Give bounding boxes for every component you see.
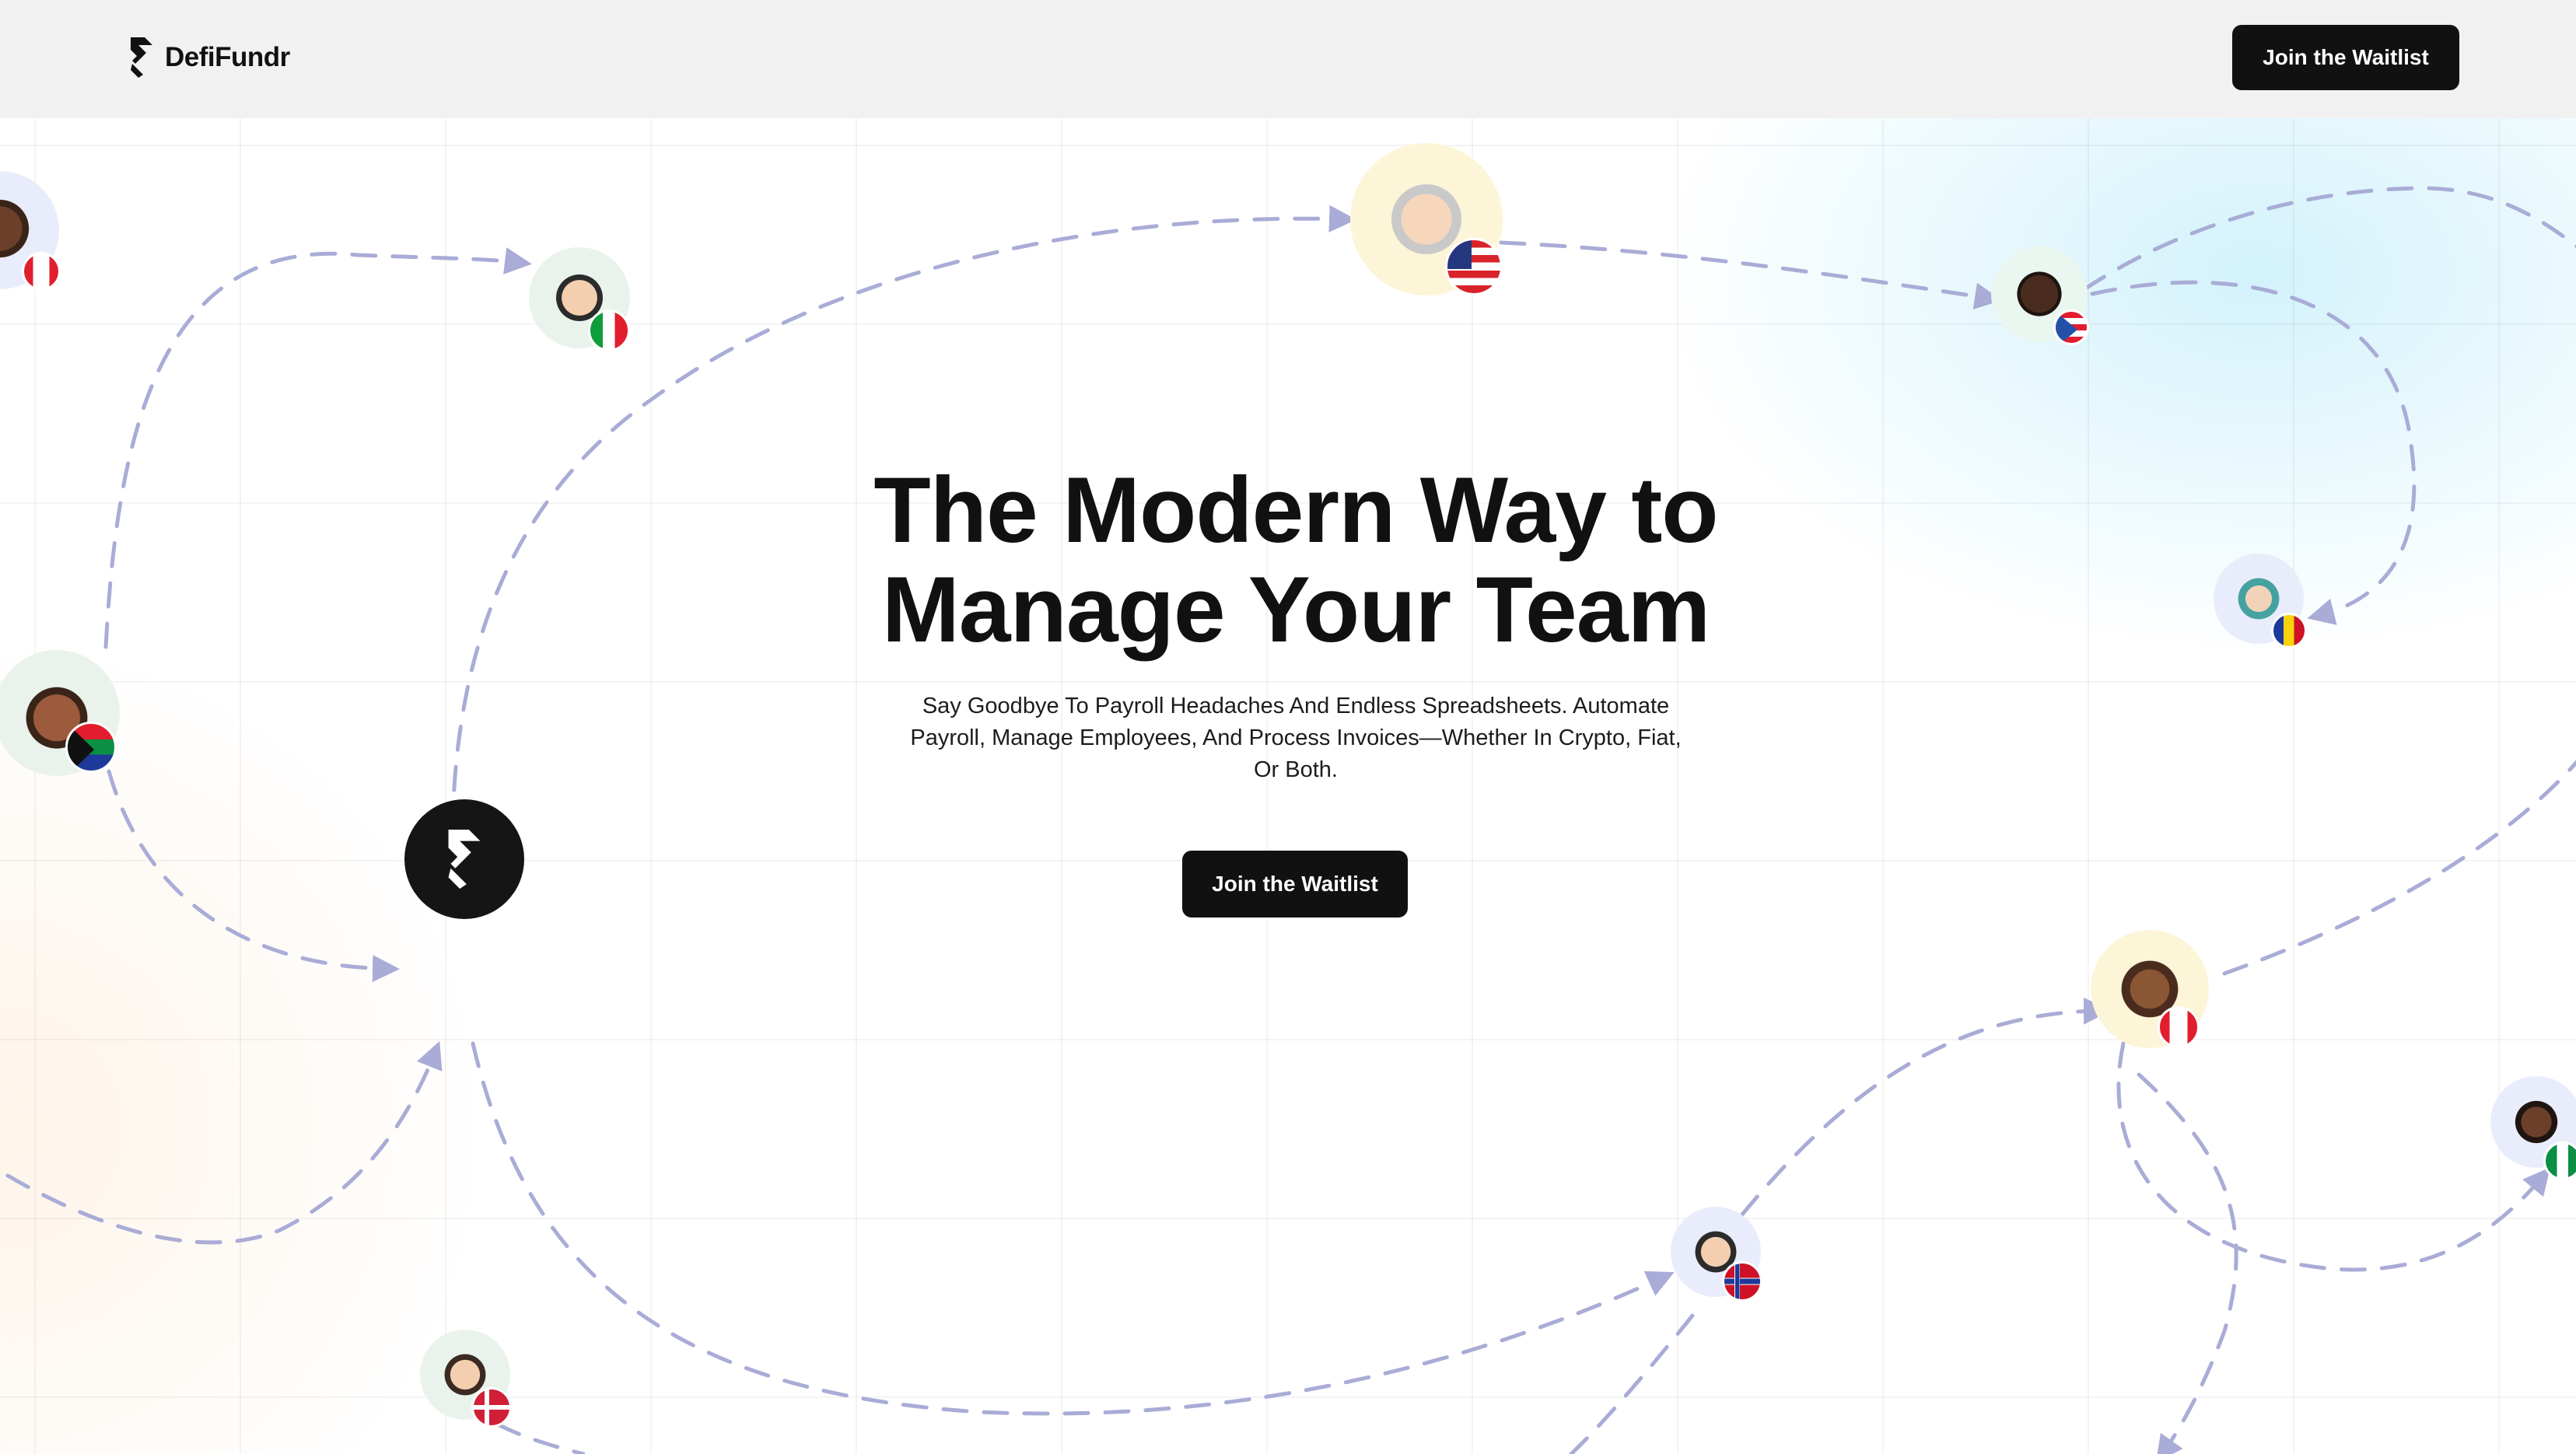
avatar-romania [2214, 554, 2307, 648]
hero-title-line-1: The Modern Way to [873, 458, 1718, 562]
puerto-rico-flag-icon [2053, 309, 2089, 345]
hero-title: The Modern Way to Manage Your Team [744, 460, 1848, 659]
hero-section [0, 118, 2576, 1454]
italy-flag-icon [588, 309, 630, 351]
connection-paths [5, 186, 2576, 1454]
join-waitlist-hero-button[interactable]: Join the Waitlist [1182, 851, 1408, 917]
usa-flag-icon [1445, 238, 1503, 295]
avatar-nigeria [2490, 1076, 2576, 1180]
hero-title-line-2: Manage Your Team [881, 557, 1710, 662]
defifundr-logo-icon [131, 37, 152, 78]
romania-flag-icon [2271, 613, 2307, 648]
nigeria-flag-icon [2543, 1141, 2576, 1180]
brand-name: DefiFundr [165, 42, 290, 72]
landing-page: DefiFundr Join the Waitlist The Modern W… [0, 0, 2576, 1454]
canada-flag-icon-right [2158, 1006, 2200, 1048]
hero-subtitle: Say Goodbye To Payroll Headaches And End… [910, 694, 1682, 782]
denmark-flag-icon [471, 1387, 512, 1428]
canada-flag-icon [22, 252, 61, 291]
avatar-puerto-rico [1991, 246, 2089, 345]
brand-logo[interactable]: DefiFundr [129, 36, 290, 79]
avatar-canada-right [2091, 930, 2209, 1048]
avatar-norway [1671, 1207, 1762, 1302]
south-africa-flag-icon [65, 722, 117, 773]
defifundr-logo-icon [448, 830, 481, 889]
center-brand-logo [404, 799, 524, 919]
join-waitlist-header-button[interactable]: Join the Waitlist [2232, 25, 2459, 90]
avatar-italy [529, 247, 630, 351]
norway-flag-icon [1722, 1261, 1762, 1302]
avatar-usa [1350, 143, 1503, 295]
avatar-denmark [420, 1330, 512, 1428]
site-header: DefiFundr Join the Waitlist [0, 0, 2576, 118]
avatar-south-africa [0, 650, 120, 776]
